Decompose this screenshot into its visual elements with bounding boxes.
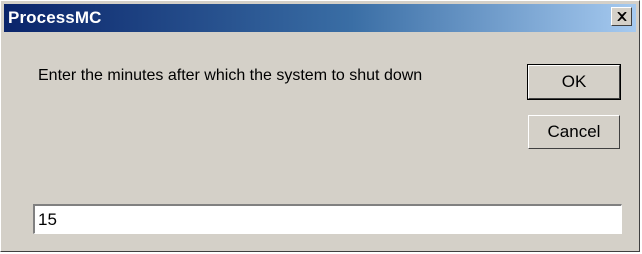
close-icon xyxy=(616,12,627,21)
cancel-button[interactable]: Cancel xyxy=(528,115,620,149)
ok-button[interactable]: OK xyxy=(527,64,621,100)
prompt-text: Enter the minutes after which the system… xyxy=(38,67,423,84)
minutes-input[interactable] xyxy=(33,204,622,234)
close-button[interactable] xyxy=(611,7,632,26)
input-dialog: ProcessMC Enter the minutes after which … xyxy=(0,0,640,252)
title-bar[interactable]: ProcessMC xyxy=(4,4,636,32)
window-title: ProcessMC xyxy=(8,8,102,27)
